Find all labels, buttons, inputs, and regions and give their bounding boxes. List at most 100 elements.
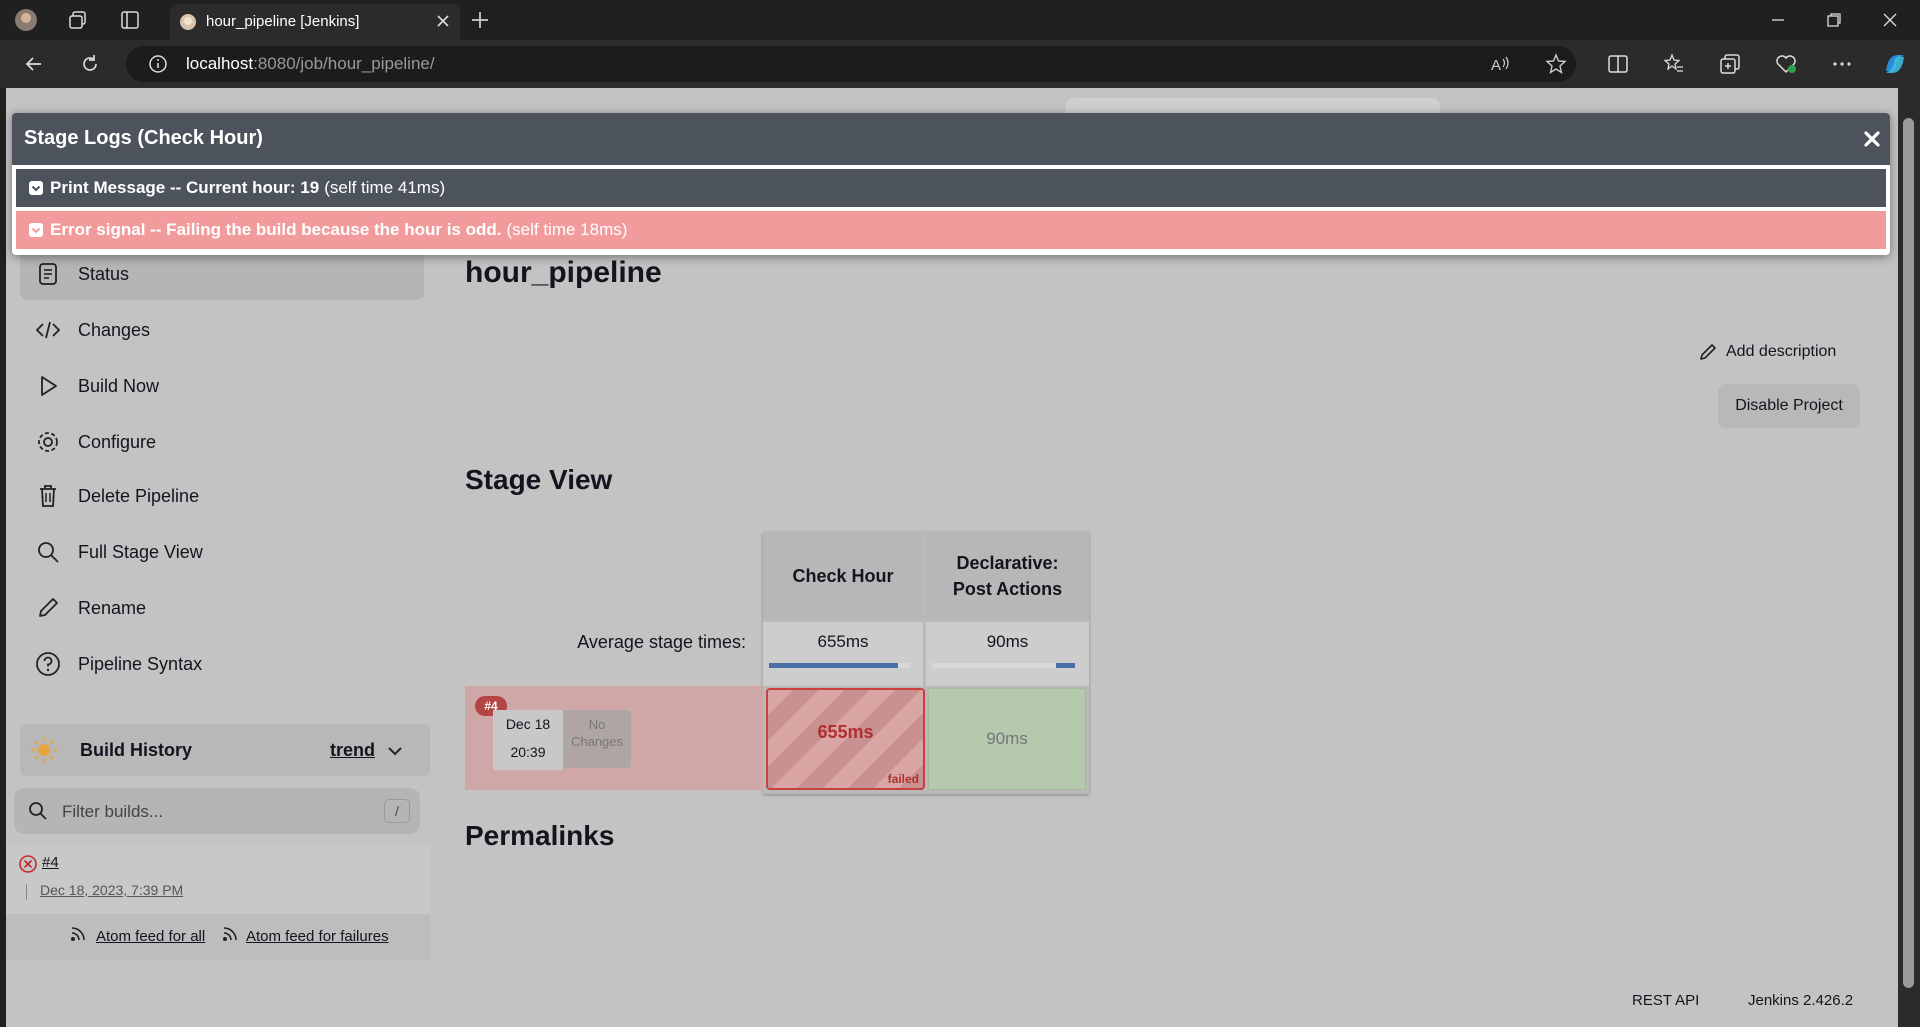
- avg-time-value: 655ms: [817, 632, 869, 651]
- build-row[interactable]: #4 Dec 18, 2023, 7:39 PM: [6, 844, 430, 914]
- stage-view-title: Stage View: [465, 464, 613, 495]
- url-host: localhost: [186, 54, 254, 73]
- refresh-icon[interactable]: [78, 52, 102, 76]
- page-title: hour_pipeline: [465, 256, 662, 289]
- trend-link[interactable]: trend: [330, 740, 375, 761]
- expand-chevron-icon[interactable]: [28, 222, 44, 238]
- svg-text:A: A: [1491, 57, 1501, 74]
- build-date: Dec 18: [505, 716, 551, 732]
- new-tab-icon[interactable]: [468, 8, 492, 32]
- jenkins-version-link[interactable]: Jenkins 2.426.2: [1748, 992, 1853, 1009]
- add-description-link[interactable]: Add description: [1698, 342, 1836, 362]
- stage-logs-modal: Stage Logs (Check Hour) Print Message --…: [12, 113, 1890, 255]
- filter-placeholder: Filter builds...: [62, 802, 164, 821]
- browser-essentials-icon[interactable]: [1774, 52, 1798, 76]
- sidebar-item-label: Pipeline Syntax: [78, 653, 203, 674]
- permalinks-title: Permalinks: [465, 820, 615, 851]
- build-number-link[interactable]: #4: [42, 854, 59, 871]
- collections-icon[interactable]: [1718, 52, 1742, 76]
- filter-shortcut-key: /: [384, 799, 410, 823]
- gear-icon: [34, 428, 62, 456]
- read-aloud-icon[interactable]: A: [1488, 52, 1512, 76]
- disable-project-button[interactable]: Disable Project: [1718, 384, 1860, 428]
- sidebar-item-label: Status: [78, 263, 130, 284]
- code-icon: [34, 316, 62, 344]
- scrollbar-thumb[interactable]: [1903, 118, 1914, 988]
- stage-cell-check-hour-failed[interactable]: 655ms failed: [766, 688, 925, 790]
- url-field[interactable]: localhost:8080/job/hour_pipeline/ A: [126, 46, 1576, 82]
- sun-icon: [30, 736, 58, 764]
- chevron-down-icon[interactable]: [386, 742, 404, 760]
- help-icon: [34, 650, 62, 678]
- build-history-title: Build History: [80, 740, 193, 760]
- build-changes-box[interactable]: No Changes: [563, 710, 631, 768]
- close-tab-icon[interactable]: [434, 12, 452, 30]
- expand-chevron-icon[interactable]: [28, 180, 44, 196]
- avg-time-bar: [932, 663, 1075, 668]
- avg-time-value: 90ms: [986, 632, 1029, 651]
- build-date-box: Dec 18 20:39: [493, 710, 563, 770]
- minimize-icon[interactable]: [1766, 8, 1790, 32]
- close-window-icon[interactable]: [1878, 8, 1902, 32]
- favorites-icon[interactable]: [1662, 52, 1686, 76]
- stage-cell-value: 90ms: [986, 729, 1028, 748]
- restore-icon[interactable]: [1822, 8, 1846, 32]
- sidebar-item-delete-pipeline[interactable]: Delete Pipeline: [20, 470, 424, 522]
- document-icon: [34, 260, 62, 288]
- trash-icon: [34, 482, 62, 510]
- feed-links: Atom feed for all Atom feed for failures: [6, 914, 430, 960]
- stage-cell-value: 655ms: [817, 722, 874, 742]
- stage-name-line1: Declarative:: [956, 553, 1059, 573]
- tab-actions-icon[interactable]: [118, 8, 142, 32]
- changes-line2: Changes: [570, 734, 624, 749]
- stage-cell-post-actions[interactable]: 90ms: [928, 688, 1086, 790]
- stage-header-check-hour: Check Hour: [763, 532, 923, 620]
- url-text: localhost:8080/job/hour_pipeline/: [186, 54, 435, 74]
- play-icon: [34, 372, 62, 400]
- close-icon[interactable]: [1860, 127, 1884, 151]
- atom-feed-all-link[interactable]: Atom feed for all: [96, 928, 205, 945]
- sidebar-item-status[interactable]: Status: [20, 248, 424, 300]
- tab-hour-pipeline[interactable]: hour_pipeline [Jenkins]: [170, 4, 460, 40]
- sidebar-item-pipeline-syntax[interactable]: Pipeline Syntax: [20, 638, 424, 690]
- favorite-star-icon[interactable]: [1544, 52, 1568, 76]
- sidebar-item-full-stage-view[interactable]: Full Stage View: [20, 526, 424, 578]
- split-screen-icon[interactable]: [1606, 52, 1630, 76]
- sidebar-item-label: Rename: [78, 597, 147, 618]
- sidebar-item-rename[interactable]: Rename: [20, 582, 424, 634]
- rss-icon: [222, 926, 238, 942]
- stage-header-post-actions: Declarative: Post Actions: [926, 532, 1089, 620]
- sidebar-item-build-now[interactable]: Build Now: [20, 360, 424, 412]
- workspaces-icon[interactable]: [66, 8, 90, 32]
- sidebar-item-label: Build Now: [78, 375, 160, 396]
- copilot-icon[interactable]: [1882, 52, 1906, 76]
- pencil-icon: [1698, 342, 1718, 362]
- site-info-icon[interactable]: [146, 52, 170, 76]
- changes-line1: No: [588, 717, 606, 732]
- sidebar-item-label: Full Stage View: [78, 541, 203, 562]
- stage-name: Check Hour: [792, 566, 894, 586]
- modal-title: Stage Logs (Check Hour): [24, 127, 263, 149]
- avg-time-bar-fill: [1056, 663, 1075, 668]
- pencil-icon: [34, 594, 62, 622]
- atom-feed-failures-link[interactable]: Atom feed for failures: [246, 928, 389, 945]
- sidebar-item-configure[interactable]: Configure: [20, 416, 424, 468]
- sidebar-item-changes[interactable]: Changes: [20, 304, 424, 356]
- log-entry-text: Print Message -- Current hour: 19: [50, 178, 320, 197]
- profile-avatar-icon[interactable]: [14, 8, 38, 32]
- log-entry[interactable]: Print Message -- Current hour: 19 (self …: [16, 169, 1886, 207]
- back-icon[interactable]: [22, 52, 46, 76]
- search-icon: [34, 538, 62, 566]
- rest-api-link[interactable]: REST API: [1632, 992, 1699, 1009]
- log-entry-error[interactable]: Error signal -- Failing the build becaus…: [16, 211, 1886, 249]
- add-description-label: Add description: [1726, 343, 1837, 360]
- jenkins-favicon-icon: [176, 10, 200, 34]
- avg-time-bar-fill: [769, 663, 898, 668]
- more-options-icon[interactable]: [1830, 52, 1854, 76]
- build-date-link[interactable]: Dec 18, 2023, 7:39 PM: [40, 882, 183, 898]
- sidebar-item-label: Changes: [78, 319, 151, 340]
- browser-address-bar: localhost:8080/job/hour_pipeline/ A: [0, 40, 1920, 88]
- avg-time-check-hour: 655ms: [763, 622, 923, 686]
- filter-builds-input[interactable]: Filter builds... /: [14, 788, 420, 834]
- log-entry-self-time: (self time 41ms): [324, 178, 446, 197]
